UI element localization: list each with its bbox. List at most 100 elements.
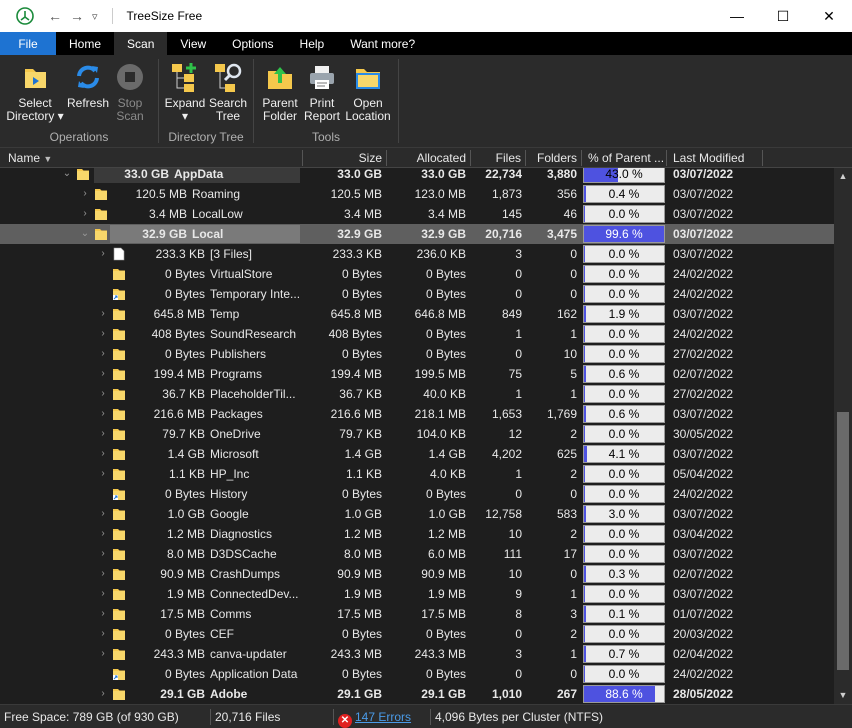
tree-row[interactable]: › 243.3 MB canva-updater 243.3 MB 243.3 … (0, 644, 834, 664)
column-files-header[interactable]: Files (472, 148, 521, 168)
expand-chevron-icon[interactable]: › (98, 467, 108, 481)
column-percent-header[interactable]: % of Parent ... (588, 148, 668, 168)
name-cell[interactable]: › 216.6 MB Packages (0, 404, 302, 424)
tree-row[interactable]: 0 Bytes Temporary Inte... 0 Bytes 0 Byte… (0, 284, 834, 304)
name-cell[interactable]: › 199.4 MB Programs (0, 364, 302, 384)
stop-scan-button[interactable]: Stop Scan (112, 61, 148, 123)
column-modified-header[interactable]: Last Modified (673, 148, 773, 168)
expand-chevron-icon[interactable]: › (98, 427, 108, 441)
expand-chevron-icon[interactable]: › (80, 207, 90, 221)
column-allocated-header[interactable]: Allocated (388, 148, 466, 168)
name-cell[interactable]: › 3.4 MB LocalLow (0, 204, 302, 224)
tab-options[interactable]: Options (219, 32, 286, 55)
expand-chevron-icon[interactable]: › (98, 627, 108, 641)
directory-tree-list[interactable]: ⌄ 33.0 GB AppData 33.0 GB 33.0 GB 22,734… (0, 168, 834, 704)
tree-row[interactable]: › 120.5 MB Roaming 120.5 MB 123.0 MB 1,8… (0, 184, 834, 204)
tree-row[interactable]: 0 Bytes VirtualStore 0 Bytes 0 Bytes 0 0… (0, 264, 834, 284)
search-tree-button[interactable]: Search Tree (207, 61, 249, 123)
expand-chevron-icon[interactable]: › (98, 527, 108, 541)
minimize-button[interactable]: — (714, 0, 760, 32)
print-report-button[interactable]: Print Report (302, 61, 342, 123)
parent-folder-button[interactable]: Parent Folder (258, 61, 302, 123)
errors-link[interactable]: 147 Errors (355, 710, 411, 724)
name-cell[interactable]: › 1.9 MB ConnectedDev... (0, 584, 302, 604)
scroll-down-icon[interactable]: ▼ (834, 687, 852, 704)
tree-row[interactable]: › 90.9 MB CrashDumps 90.9 MB 90.9 MB 10 … (0, 564, 834, 584)
expand-chevron-icon[interactable]: › (98, 327, 108, 341)
expand-chevron-icon[interactable]: › (98, 447, 108, 461)
tree-row[interactable]: › 1.9 MB ConnectedDev... 1.9 MB 1.9 MB 9… (0, 584, 834, 604)
expand-chevron-icon[interactable]: › (98, 587, 108, 601)
expand-chevron-icon[interactable]: › (98, 567, 108, 581)
name-cell[interactable]: › 0 Bytes Publishers (0, 344, 302, 364)
quick-access-dropdown-icon[interactable]: ▿ (92, 10, 98, 23)
tree-row[interactable]: › 216.6 MB Packages 216.6 MB 218.1 MB 1,… (0, 404, 834, 424)
expand-chevron-icon[interactable]: › (98, 607, 108, 621)
expand-chevron-icon[interactable]: › (98, 547, 108, 561)
tab-scan[interactable]: Scan (114, 32, 168, 55)
tree-row[interactable]: 0 Bytes History 0 Bytes 0 Bytes 0 0 0.0 … (0, 484, 834, 504)
name-cell[interactable]: › 233.3 KB [3 Files] (0, 244, 302, 264)
name-cell[interactable]: 0 Bytes VirtualStore (0, 264, 302, 284)
expand-chevron-icon[interactable]: › (98, 387, 108, 401)
tree-row[interactable]: ⌄ 32.9 GB Local 32.9 GB 32.9 GB 20,716 3… (0, 224, 834, 244)
column-folders-header[interactable]: Folders (527, 148, 577, 168)
expand-chevron-icon[interactable]: › (98, 247, 108, 261)
name-cell[interactable]: › 1.1 KB HP_Inc (0, 464, 302, 484)
forward-arrow-icon[interactable]: → (70, 8, 84, 24)
name-cell[interactable]: ⌄ 32.9 GB Local (0, 224, 302, 244)
name-cell[interactable]: › 79.7 KB OneDrive (0, 424, 302, 444)
select-directory-button[interactable]: Select Directory ▾ (6, 61, 64, 123)
column-name-header[interactable]: Name ▼ (8, 148, 52, 168)
tab-home[interactable]: Home (56, 32, 114, 55)
expand-chevron-icon[interactable]: › (98, 507, 108, 521)
tree-row[interactable]: › 17.5 MB Comms 17.5 MB 17.5 MB 8 3 0.1 … (0, 604, 834, 624)
name-cell[interactable]: 0 Bytes Temporary Inte... (0, 284, 302, 304)
expand-chevron-icon[interactable]: › (98, 307, 108, 321)
status-errors[interactable]: ✕ 147 Errors (334, 705, 430, 728)
tree-row[interactable]: › 233.3 KB [3 Files] 233.3 KB 236.0 KB 3… (0, 244, 834, 264)
expand-chevron-icon[interactable]: › (98, 407, 108, 421)
tree-row[interactable]: › 1.4 GB Microsoft 1.4 GB 1.4 GB 4,202 6… (0, 444, 834, 464)
back-arrow-icon[interactable]: ← (48, 8, 62, 24)
expand-chevron-icon[interactable]: › (80, 187, 90, 201)
tree-row[interactable]: › 408 Bytes SoundResearch 408 Bytes 0 By… (0, 324, 834, 344)
open-location-button[interactable]: Open Location (342, 61, 394, 123)
vertical-scrollbar[interactable]: ▲ ▼ (834, 168, 852, 704)
close-button[interactable]: ✕ (806, 0, 852, 32)
name-cell[interactable]: 0 Bytes History (0, 484, 302, 504)
tree-row[interactable]: › 1.2 MB Diagnostics 1.2 MB 1.2 MB 10 2 … (0, 524, 834, 544)
name-cell[interactable]: › 645.8 MB Temp (0, 304, 302, 324)
tab-help[interactable]: Help (287, 32, 338, 55)
name-cell[interactable]: › 8.0 MB D3DSCache (0, 544, 302, 564)
expand-chevron-icon[interactable]: › (98, 687, 108, 701)
tree-row[interactable]: › 1.1 KB HP_Inc 1.1 KB 4.0 KB 1 2 0.0 % … (0, 464, 834, 484)
expand-button[interactable]: Expand ▾ (163, 61, 207, 123)
tree-row[interactable]: › 645.8 MB Temp 645.8 MB 646.8 MB 849 16… (0, 304, 834, 324)
name-cell[interactable]: › 36.7 KB PlaceholderTil... (0, 384, 302, 404)
name-cell[interactable]: › 1.4 GB Microsoft (0, 444, 302, 464)
column-size-header[interactable]: Size (304, 148, 382, 168)
tab-view[interactable]: View (167, 32, 219, 55)
expand-chevron-icon[interactable]: › (98, 347, 108, 361)
name-cell[interactable]: › 1.0 GB Google (0, 504, 302, 524)
name-cell[interactable]: › 408 Bytes SoundResearch (0, 324, 302, 344)
name-cell[interactable]: › 120.5 MB Roaming (0, 184, 302, 204)
maximize-button[interactable]: ☐ (760, 0, 806, 32)
tree-row[interactable]: › 1.0 GB Google 1.0 GB 1.0 GB 12,758 583… (0, 504, 834, 524)
tab-file[interactable]: File (0, 32, 56, 55)
tree-row[interactable]: › 3.4 MB LocalLow 3.4 MB 3.4 MB 145 46 0… (0, 204, 834, 224)
name-cell[interactable]: 0 Bytes Application Data (0, 664, 302, 684)
expand-chevron-icon[interactable]: › (98, 367, 108, 381)
tree-row[interactable]: › 199.4 MB Programs 199.4 MB 199.5 MB 75… (0, 364, 834, 384)
tab-want-more[interactable]: Want more? (337, 32, 428, 55)
name-cell[interactable]: › 29.1 GB Adobe (0, 684, 302, 704)
name-cell[interactable]: › 90.9 MB CrashDumps (0, 564, 302, 584)
name-cell[interactable]: › 0 Bytes CEF (0, 624, 302, 644)
name-cell[interactable]: › 17.5 MB Comms (0, 604, 302, 624)
tree-row[interactable]: › 36.7 KB PlaceholderTil... 36.7 KB 40.0… (0, 384, 834, 404)
collapse-chevron-icon[interactable]: ⌄ (62, 168, 72, 181)
tree-row[interactable]: › 0 Bytes Publishers 0 Bytes 0 Bytes 0 1… (0, 344, 834, 364)
tree-row[interactable]: ⌄ 33.0 GB AppData 33.0 GB 33.0 GB 22,734… (0, 168, 834, 184)
name-cell[interactable]: ⌄ 33.0 GB AppData (0, 168, 302, 184)
